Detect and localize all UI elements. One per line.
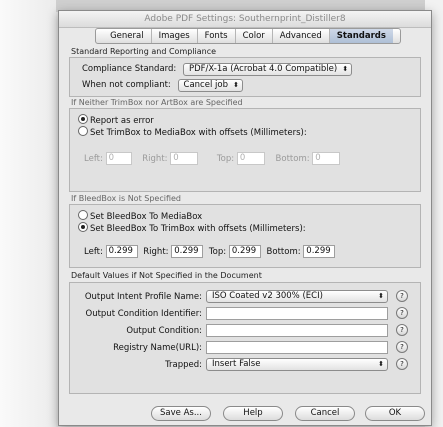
noncompliant-popup[interactable]: Cancel job ⬍ [177,79,243,92]
popup-arrows-icon: ⬍ [378,292,384,300]
ok-button[interactable]: OK [365,406,425,421]
compliance-group: Compliance Standard: PDF/X-1a (Acrobat 4… [69,57,421,97]
trapped-value: Insert False [212,359,261,369]
output-condition-label: Output Condition: [126,326,202,336]
noncompliant-label: When not compliant: [82,80,171,90]
tab-advanced[interactable]: Advanced [273,29,330,43]
bleedbox-trim-label: Set BleedBox To TrimBox with offsets (Mi… [90,224,306,234]
bleedbox-right-input[interactable]: 0.299 [171,245,204,258]
background-left [0,0,56,427]
radio-selected-icon [78,222,88,232]
trimbox-left-label: Left: [84,154,103,164]
tab-images[interactable]: Images [152,29,198,43]
radio-icon [78,126,88,136]
output-condition-field[interactable] [206,324,388,337]
trimbox-bottom-input[interactable]: 0 [312,152,341,165]
bleedbox-trim-option[interactable]: Set BleedBox To TrimBox with offsets (Mi… [78,222,306,234]
bleedbox-group: Set BleedBox To MediaBox Set BleedBox To… [69,204,421,268]
trimbox-section-title: If Neither TrimBox nor ArtBox are Specif… [71,98,243,107]
cancel-button[interactable]: Cancel [295,406,355,421]
bleedbox-media-option[interactable]: Set BleedBox To MediaBox [78,210,202,222]
pdf-settings-dialog: Adobe PDF Settings: Southernprint_Distil… [58,10,432,426]
trimbox-top-label: Top: [216,154,235,164]
tab-general[interactable]: General [103,29,152,43]
tab-bar: General Images Fonts Color Advanced Stan… [95,28,401,44]
trimbox-left-input[interactable]: 0 [105,152,132,165]
bleedbox-right-label: Right: [143,247,169,257]
help-icon[interactable]: ? [396,358,408,370]
condition-identifier-field[interactable] [206,307,388,320]
bleedbox-top-label: Top: [208,247,227,257]
popup-arrows-icon: ⬍ [233,81,239,89]
trapped-label: Trapped: [165,360,202,370]
compliance-standard-label: Compliance Standard: [82,64,177,74]
compliance-section-title: Standard Reporting and Compliance [71,47,217,56]
noncompliant-value: Cancel job [183,80,228,90]
radio-selected-icon [78,114,88,124]
trimbox-report-label: Report as error [90,116,154,126]
compliance-standard-popup[interactable]: PDF/X-1a (Acrobat 4.0 Compatible) ⬍ [182,63,353,76]
defaults-section-title: Default Values if Not Specified in the D… [71,271,262,280]
compliance-standard-value: PDF/X-1a (Acrobat 4.0 Compatible) [188,64,338,74]
help-icon[interactable]: ? [396,324,408,336]
output-intent-label: Output Intent Profile Name: [84,292,202,302]
trimbox-right-label: Right: [142,154,168,164]
help-button[interactable]: Help [223,406,283,421]
tab-color[interactable]: Color [236,29,273,43]
bleedbox-top-input[interactable]: 0.299 [228,245,261,258]
bleedbox-section-title: If BleedBox is Not Specified [71,194,181,203]
save-as-button[interactable]: Save As... [151,406,211,421]
output-intent-value: ISO Coated v2 300% (ECI) [212,291,323,301]
condition-identifier-label: Output Condition Identifier: [85,309,203,319]
bleedbox-left-input[interactable]: 0.299 [105,245,138,258]
bleedbox-bottom-input[interactable]: 0.299 [303,245,336,258]
bleedbox-left-label: Left: [84,247,103,257]
help-icon[interactable]: ? [396,341,408,353]
trapped-popup[interactable]: Insert False ⬍ [206,358,388,371]
trimbox-top-input[interactable]: 0 [236,152,265,165]
output-intent-popup[interactable]: ISO Coated v2 300% (ECI) ⬍ [206,290,388,303]
trimbox-set-option[interactable]: Set TrimBox to MediaBox with offsets (Mi… [78,126,307,138]
tab-standards[interactable]: Standards [329,29,393,43]
radio-icon [78,210,88,220]
registry-name-label: Registry Name(URL): [113,343,202,353]
trimbox-bottom-label: Bottom: [275,154,310,164]
help-icon[interactable]: ? [396,290,408,302]
help-icon[interactable]: ? [396,307,408,319]
trimbox-right-input[interactable]: 0 [170,152,199,165]
popup-arrows-icon: ⬍ [378,360,384,368]
bleedbox-bottom-label: Bottom: [266,247,301,257]
tab-fonts[interactable]: Fonts [198,29,236,43]
trimbox-set-label: Set TrimBox to MediaBox with offsets (Mi… [90,128,307,138]
bleedbox-media-label: Set BleedBox To MediaBox [90,212,203,222]
window-title: Adobe PDF Settings: Southernprint_Distil… [59,11,431,28]
trimbox-report-option[interactable]: Report as error [78,114,154,126]
popup-arrows-icon: ⬍ [342,65,349,73]
defaults-group: Output Intent Profile Name: ISO Coated v… [69,282,421,394]
trimbox-group: Report as error Set TrimBox to MediaBox … [69,108,421,192]
registry-name-field[interactable] [206,341,388,354]
